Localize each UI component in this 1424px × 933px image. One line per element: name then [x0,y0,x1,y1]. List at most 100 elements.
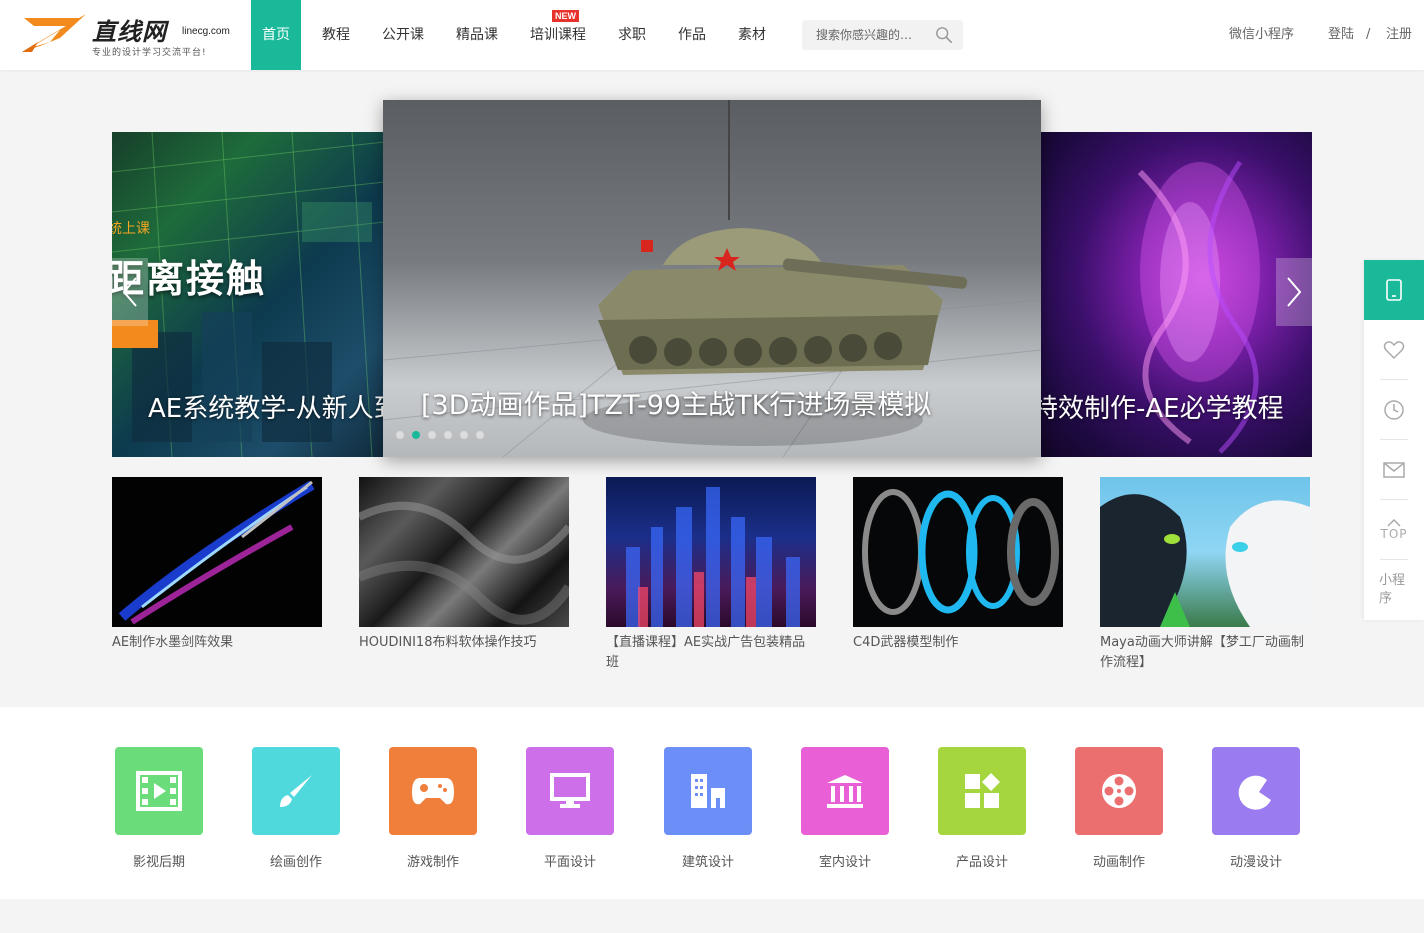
carousel-dot[interactable] [444,431,452,439]
nav-item-training[interactable]: NEW 培训课程 [530,0,586,70]
category-label: 平面设计 [543,855,596,870]
slide-left-title: AE系统教学-从新人到 [148,394,384,424]
featured-title: AE制作水墨剑阵效果 [112,635,234,650]
login-link[interactable]: 登陆 [1328,0,1354,70]
nav-label: 求职 [618,27,646,43]
gamepad-icon [389,747,477,835]
featured-thumbnail [1100,477,1310,627]
weapon-thumbnail-art [862,489,1059,615]
slide-center-title: [3D动画作品]TZT-99主战TK行进场景模拟 [421,390,932,421]
monitor-icon [526,747,614,835]
nav-label: 首页 [262,27,290,43]
logo-domain: linecg.com [182,26,230,37]
nav-item-materials[interactable]: 素材 [738,0,766,70]
film-reel-icon [1075,747,1163,835]
featured-title: C4D武器模型制作 [853,635,959,650]
top-label: TOP [1380,527,1408,541]
nav-label: 教程 [322,27,350,43]
mobile-button[interactable] [1364,260,1424,320]
nav-label: 培训课程 [530,27,586,43]
slide-left-tagline: 统上课 [112,221,150,237]
back-to-top-button[interactable]: TOP [1364,500,1424,560]
mini-program-link[interactable]: 微信小程序 [1229,0,1294,70]
featured-card[interactable]: 【直播课程】AE实战广告包装精品班 [606,477,816,673]
nav-label: 精品课 [456,27,498,43]
mail-icon [1383,462,1405,478]
sword-thumbnail-art [118,480,315,625]
featured-title: Maya动画大师讲解【梦工厂动画制作流程】 [1100,635,1304,670]
brush-icon [252,747,340,835]
moon-icon [1212,747,1300,835]
category-graphic[interactable]: 平面设计 [526,747,614,870]
chevron-right-icon [1287,277,1302,307]
separator: / [1366,27,1371,42]
mini-program-button[interactable]: 小程序 [1364,560,1424,620]
nav-label: 作品 [678,27,706,43]
slide-left[interactable]: 统上课 距离接触 AE系统教学-从新人到 [112,132,384,457]
carousel-dot-active[interactable] [412,431,420,439]
nav-item-jobs[interactable]: 求职 [618,0,646,70]
header: 直线网 linecg.com 专业的设计学习交流平台! 首页 教程 公开课 精品… [0,0,1424,70]
category-painting[interactable]: 绘画创作 [252,747,340,870]
logo-name: 直线网 [92,17,167,46]
building-icon [664,747,752,835]
featured-card[interactable]: C4D武器模型制作 [853,477,1063,653]
history-button[interactable] [1364,380,1424,440]
featured-card[interactable]: HOUDINI18布料软体操作技巧 [359,477,569,653]
city-thumbnail-art [626,487,800,627]
clock-icon [1384,400,1404,420]
featured-card[interactable]: Maya动画大师讲解【梦工厂动画制作流程】 [1100,477,1310,673]
category-game[interactable]: 游戏制作 [389,747,477,870]
cloth-thumbnail-art [359,501,569,625]
carousel-dot[interactable] [428,431,436,439]
mobile-icon [1386,279,1402,301]
logo-slogan: 专业的设计学习交流平台! [92,48,207,58]
carousel-next-button[interactable] [1276,258,1312,326]
nav-item-home[interactable]: 首页 [251,0,301,70]
nav-item-open-class[interactable]: 公开课 [382,0,424,70]
category-architecture[interactable]: 建筑设计 [664,747,752,870]
featured-card[interactable]: AE制作水墨剑阵效果 [112,477,322,653]
interior-icon [801,747,889,835]
category-label: 游戏制作 [406,855,459,870]
blocks-icon [938,747,1026,835]
carousel-dot[interactable] [396,431,404,439]
category-animation[interactable]: 动画制作 [1075,747,1163,870]
category-label: 建筑设计 [681,855,734,870]
category-label: 动画制作 [1092,855,1145,870]
category-section: 影视后期 绘画创作 游戏制作 平面设计 建筑设计 室内设计 产品设计 动画制作 … [0,707,1424,899]
category-label: 影视后期 [132,855,185,870]
heart-icon [1383,341,1405,360]
slide-center[interactable]: [3D动画作品]TZT-99主战TK行进场景模拟 [383,100,1041,457]
chevron-up-icon [1387,519,1401,527]
carousel-dot[interactable] [476,431,484,439]
category-product[interactable]: 产品设计 [938,747,1026,870]
carousel-dot[interactable] [460,431,468,439]
favorite-button[interactable] [1364,320,1424,380]
category-label: 产品设计 [955,855,1008,870]
site-logo[interactable]: 直线网 linecg.com 专业的设计学习交流平台! [20,10,235,60]
new-badge: NEW [552,10,579,22]
chevron-left-icon [122,277,137,307]
featured-title: HOUDINI18布料软体操作技巧 [359,635,537,650]
featured-title: 【直播课程】AE实战广告包装精品班 [606,635,806,670]
register-link[interactable]: 注册 [1386,0,1412,70]
nav-item-premium[interactable]: 精品课 [456,0,498,70]
film-icon [115,747,203,835]
search-input[interactable] [802,20,932,50]
banner-carousel: 统上课 距离接触 AE系统教学-从新人到 特效制作-AE必学教程 [3D动画作品… [112,100,1312,457]
featured-thumbnail [853,477,1063,627]
slide-right[interactable]: 特效制作-AE必学教程 [1040,132,1312,457]
carousel-prev-button[interactable] [112,258,148,326]
category-label: 室内设计 [818,855,871,870]
category-anime[interactable]: 动漫设计 [1212,747,1300,870]
category-interior[interactable]: 室内设计 [801,747,889,870]
search-icon[interactable] [935,26,953,44]
nav-item-works[interactable]: 作品 [678,0,706,70]
nav-item-tutorials[interactable]: 教程 [322,0,350,70]
mini-program-label: 小程序 [1379,573,1406,606]
category-film-post[interactable]: 影视后期 [115,747,203,870]
nav-label: 素材 [738,27,766,43]
category-label: 动漫设计 [1229,855,1282,870]
message-button[interactable] [1364,440,1424,500]
